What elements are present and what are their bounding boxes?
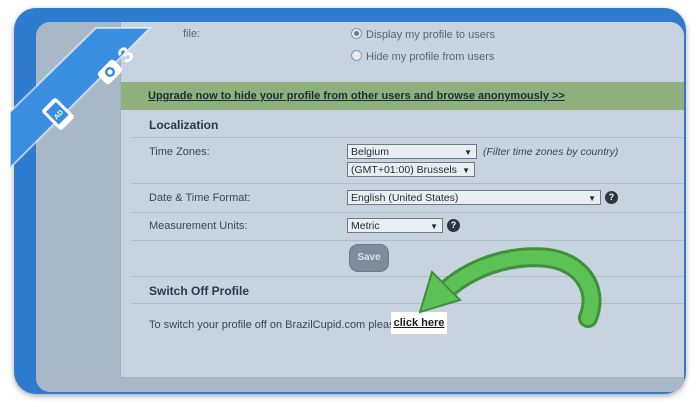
screenshot-frame: file: Display my profile to users Hide m…: [14, 8, 686, 394]
chevron-down-icon: ▼: [464, 148, 472, 157]
country-value: Belgium: [351, 146, 389, 158]
time-zone-select[interactable]: (GMT+01:00) Brussels ▼: [347, 162, 475, 177]
chevron-down-icon: ▼: [462, 166, 470, 175]
switch-off-title: Switch Off Profile: [149, 284, 250, 298]
radio-unselected-icon[interactable]: [351, 50, 362, 61]
time-zones-label: Time Zones:: [149, 146, 210, 158]
date-format-select[interactable]: English (United States) ▼: [347, 190, 601, 205]
upgrade-link[interactable]: Upgrade now to hide your profile from ot…: [148, 90, 565, 102]
time-zone-country-select[interactable]: Belgium ▼: [347, 144, 477, 159]
date-format-label: Date & Time Format:: [149, 192, 251, 204]
help-icon[interactable]: ?: [447, 219, 460, 232]
divider: [131, 240, 684, 241]
help-icon[interactable]: ?: [605, 191, 618, 204]
units-value: Metric: [351, 220, 380, 232]
upgrade-banner: Upgrade now to hide your profile from ot…: [121, 82, 684, 110]
click-here-link[interactable]: click here: [391, 312, 447, 334]
divider: [131, 183, 684, 184]
chevron-down-icon: ▼: [588, 194, 596, 203]
divider: [131, 303, 684, 304]
radio-display-profile[interactable]: Display my profile to users: [351, 28, 495, 41]
radio-hide-label: Hide my profile from users: [366, 51, 495, 63]
radio-hide-profile[interactable]: Hide my profile from users: [351, 50, 494, 63]
localization-title: Localization: [149, 118, 219, 132]
settings-page: file: Display my profile to users Hide m…: [36, 22, 684, 392]
zone-value: (GMT+01:00) Brussels: [351, 164, 457, 176]
settings-panel: file: Display my profile to users Hide m…: [120, 22, 684, 378]
save-button[interactable]: Save: [349, 244, 389, 272]
screenshot-viewport: file: Display my profile to users Hide m…: [36, 22, 684, 392]
switch-off-text: To switch your profile off on BrazilCupi…: [149, 319, 401, 331]
time-zone-hint: (Filter time zones by country): [483, 146, 619, 158]
units-label: Measurement Units:: [149, 220, 248, 232]
radio-selected-icon[interactable]: [351, 28, 362, 39]
divider: [131, 212, 684, 213]
chevron-down-icon: ▼: [430, 222, 438, 231]
date-format-value: English (United States): [351, 192, 459, 204]
divider: [131, 276, 684, 277]
units-select[interactable]: Metric ▼: [347, 218, 443, 233]
radio-display-label: Display my profile to users: [366, 29, 495, 41]
divider: [131, 137, 684, 138]
visibility-label-fragment: file:: [183, 28, 201, 40]
